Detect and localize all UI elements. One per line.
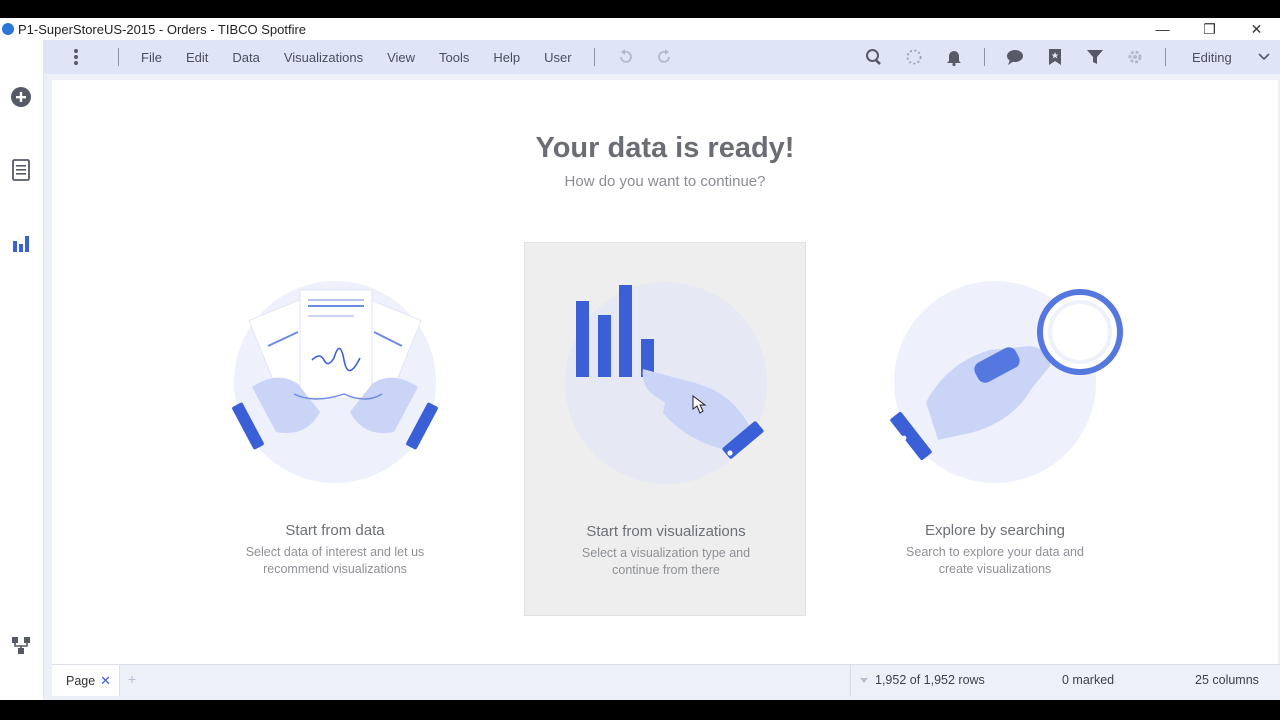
chevron-down-icon[interactable] xyxy=(860,678,868,684)
undo-icon xyxy=(619,49,632,63)
search-icon xyxy=(866,49,881,66)
plus-circle-icon xyxy=(11,87,31,107)
title-bar: P1-SuperStoreUS-2015 - Orders - TIBCO Sp… xyxy=(0,18,1280,40)
bar-chart-icon xyxy=(13,236,29,252)
menu-bar: File Edit Data Visualizations View Tools… xyxy=(44,40,1280,74)
add-data-button[interactable] xyxy=(8,84,34,110)
visualizations-button[interactable] xyxy=(8,230,34,256)
search-button[interactable] xyxy=(859,42,889,72)
filters-button[interactable] xyxy=(1080,42,1110,72)
restore-button[interactable]: ❐ xyxy=(1186,18,1233,40)
chevron-down-icon xyxy=(1258,53,1270,61)
data-panel-button[interactable] xyxy=(8,157,34,183)
option-description-line: create visualizations xyxy=(938,562,1052,576)
option-start-from-visualizations[interactable]: Start from visualizations Select a visua… xyxy=(524,242,806,616)
option-description-line: Search to explore your data and xyxy=(906,545,1084,559)
undo-button[interactable] xyxy=(610,42,640,72)
option-description: Select a visualization type and continue… xyxy=(541,545,791,579)
menu-data[interactable]: Data xyxy=(220,50,271,65)
magnifier-hand-icon xyxy=(890,281,1123,483)
option-start-from-data[interactable]: Start from data Select data of interest … xyxy=(194,242,476,616)
menu-tools[interactable]: Tools xyxy=(427,50,481,65)
close-button[interactable]: ✕ xyxy=(1233,18,1280,40)
redo-button[interactable] xyxy=(650,42,680,72)
menu-visualizations[interactable]: Visualizations xyxy=(272,50,375,65)
more-menu-button[interactable] xyxy=(44,48,108,66)
recommendations-button[interactable] xyxy=(899,42,929,72)
menu-view[interactable]: View xyxy=(375,50,427,65)
option-explore-by-searching[interactable]: Explore by searching Search to explore y… xyxy=(854,242,1136,616)
page-title: Your data is ready! xyxy=(535,132,795,164)
documents-hands-icon xyxy=(232,281,438,483)
menu-edit[interactable]: Edit xyxy=(174,50,220,65)
add-page-button[interactable]: + xyxy=(128,671,136,687)
menu-help[interactable]: Help xyxy=(481,50,532,65)
filter-icon xyxy=(1087,50,1103,64)
letterbox-top xyxy=(0,0,1280,18)
option-description: Select data of interest and let us recom… xyxy=(210,544,460,578)
vertical-dots-icon xyxy=(74,49,78,65)
app-frame: P1-SuperStoreUS-2015 - Orders - TIBCO Sp… xyxy=(0,0,1280,720)
data-flow-icon xyxy=(12,637,30,654)
letterbox-bottom xyxy=(0,700,1280,720)
status-separator xyxy=(850,665,851,696)
tab-page[interactable]: Page ✕ xyxy=(52,665,120,696)
column-count: 25 columns xyxy=(1195,673,1259,687)
option-description-line: Select data of interest and let us xyxy=(245,545,425,559)
minimize-button[interactable]: — xyxy=(1139,18,1186,40)
bookmarks-button[interactable] xyxy=(1040,42,1070,72)
option-description-line: Select a visualization type and xyxy=(581,546,751,560)
menu-separator xyxy=(1165,48,1166,66)
row-count: 1,952 of 1,952 rows xyxy=(875,673,985,687)
tab-page-label: Page xyxy=(66,673,96,688)
canvas-area: Your data is ready! How do you want to c… xyxy=(44,74,1280,700)
mode-dropdown[interactable]: Editing xyxy=(1176,44,1280,70)
menu-user[interactable]: User xyxy=(532,50,583,65)
window-title: P1-SuperStoreUS-2015 - Orders - TIBCO Sp… xyxy=(18,21,307,37)
option-description: Search to explore your data and create v… xyxy=(870,544,1120,578)
menu-separator xyxy=(593,48,595,66)
tab-close-icon[interactable]: ✕ xyxy=(100,673,111,689)
marked-count: 0 marked xyxy=(1062,673,1115,687)
bar-chart-hand-icon xyxy=(565,282,767,484)
menu-file[interactable]: File xyxy=(129,50,174,65)
chat-bubble-icon xyxy=(1007,50,1023,65)
document-list-icon xyxy=(12,159,30,181)
option-title: Explore by searching xyxy=(924,522,1066,539)
redo-icon xyxy=(657,49,670,63)
notifications-button[interactable] xyxy=(939,42,969,72)
loading-spinner-icon xyxy=(906,49,922,65)
spotfire-logo-icon xyxy=(2,23,14,35)
status-bar: Page ✕ + 1,952 of 1,952 rows 0 marked 25… xyxy=(52,664,1280,696)
page-subtitle: How do you want to continue? xyxy=(564,173,766,190)
left-sidebar xyxy=(0,40,44,700)
settings-button[interactable] xyxy=(1120,42,1150,72)
bell-icon xyxy=(947,51,961,66)
start-page: Your data is ready! How do you want to c… xyxy=(52,80,1278,664)
menu-separator xyxy=(984,48,985,66)
option-title: Start from data xyxy=(285,522,385,539)
mode-label: Editing xyxy=(1192,49,1232,65)
window-controls: — ❐ ✕ xyxy=(1139,18,1280,40)
bookmark-star-icon xyxy=(1049,49,1061,65)
option-title: Start from visualizations xyxy=(586,523,746,540)
option-description-line: recommend visualizations xyxy=(263,562,407,576)
option-description-line: continue from there xyxy=(612,563,720,577)
data-canvas-button[interactable] xyxy=(8,632,34,658)
collaboration-button[interactable] xyxy=(1000,42,1030,72)
menu-separator xyxy=(118,48,119,66)
gear-icon xyxy=(1128,50,1142,64)
